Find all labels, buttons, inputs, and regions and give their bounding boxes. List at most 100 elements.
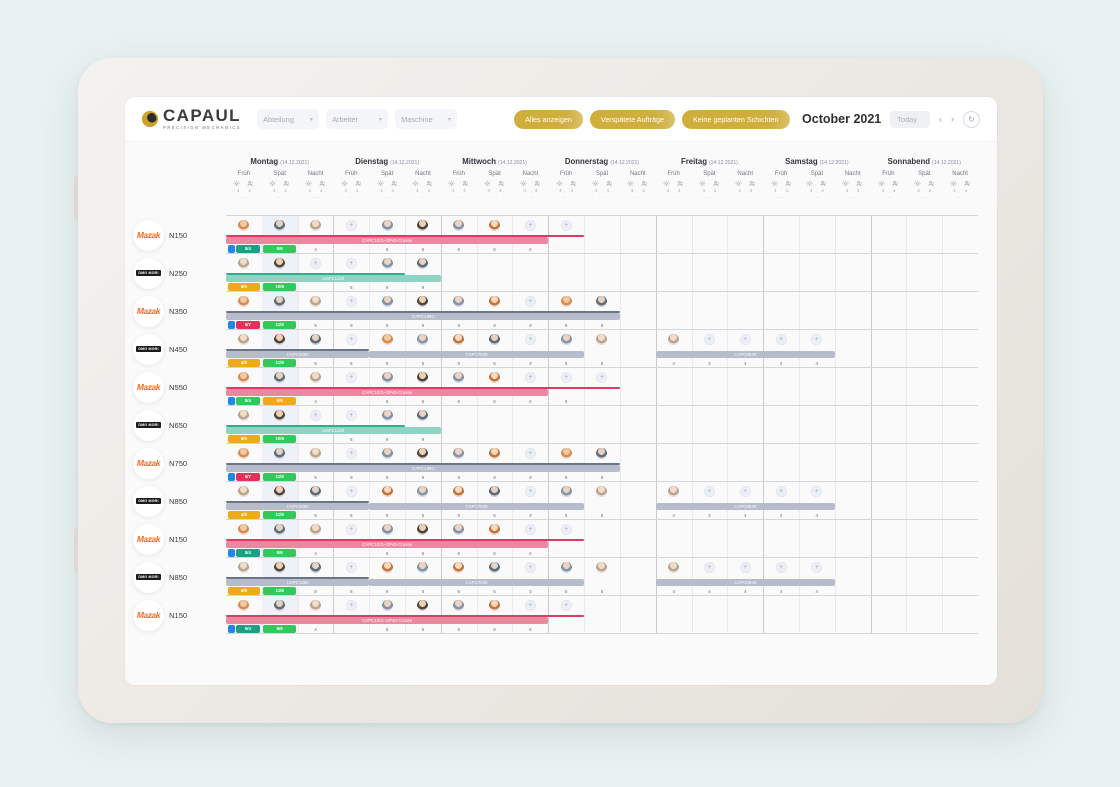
- machine-label[interactable]: Mazak N550: [125, 368, 226, 406]
- worker-assignment-cell[interactable]: [298, 520, 334, 539]
- worker-assignment-cell[interactable]: [226, 482, 262, 501]
- worker-assignment-cell[interactable]: [369, 444, 405, 463]
- worker-avatar[interactable]: [310, 486, 321, 497]
- filter-arbeiter[interactable]: Arbeiter ▾: [326, 109, 389, 129]
- add-worker-icon[interactable]: +: [345, 448, 357, 459]
- worker-assignment-cell[interactable]: [369, 482, 405, 501]
- worker-assignment-cell[interactable]: [226, 216, 262, 235]
- shift-header-nacht[interactable]: Nacht 4 4 ···: [835, 171, 871, 201]
- worker-avatar[interactable]: [489, 448, 501, 459]
- shift-overflow-icon[interactable]: ···: [333, 195, 369, 201]
- shift-overflow-icon[interactable]: ···: [548, 195, 584, 201]
- shift-header-früh[interactable]: Früh 4 4 ···: [871, 171, 907, 201]
- worker-avatar[interactable]: [238, 562, 250, 573]
- worker-assignment-cell[interactable]: [548, 558, 584, 577]
- add-worker-cell[interactable]: +: [333, 254, 369, 273]
- today-button[interactable]: Today: [890, 110, 930, 128]
- worker-assignment-cell[interactable]: [405, 254, 441, 273]
- order-bar[interactable]: CAPC7846: [369, 351, 585, 358]
- add-worker-icon[interactable]: +: [345, 524, 357, 535]
- worker-avatar[interactable]: [381, 296, 393, 307]
- shift-overflow-icon[interactable]: ···: [942, 195, 978, 201]
- worker-assignment-cell[interactable]: [584, 482, 620, 501]
- order-bar[interactable]: CAPC1021-OP40-Crosse: [226, 541, 549, 548]
- shift-overflow-icon[interactable]: ···: [441, 195, 477, 201]
- worker-avatar[interactable]: [668, 562, 680, 573]
- worker-assignment-cell[interactable]: [405, 406, 441, 425]
- worker-avatar[interactable]: [274, 562, 286, 573]
- order-bar[interactable]: CAPC1021-OP40-Crosse: [226, 617, 549, 624]
- add-worker-cell[interactable]: +: [512, 368, 548, 387]
- shift-capacity-badge[interactable]: 6/6: [263, 625, 297, 633]
- worker-avatar[interactable]: [238, 258, 250, 269]
- worker-avatar[interactable]: [453, 334, 465, 345]
- shift-capacity-badge[interactable]: 11/8: [263, 359, 297, 367]
- worker-assignment-cell[interactable]: [298, 330, 334, 349]
- worker-assignment-cell[interactable]: [477, 558, 513, 577]
- worker-assignment-cell[interactable]: [477, 330, 513, 349]
- shift-overflow-icon[interactable]: ···: [835, 195, 871, 201]
- add-worker-icon[interactable]: +: [560, 600, 572, 611]
- worker-avatar[interactable]: [238, 220, 250, 231]
- worker-assignment-cell[interactable]: [261, 520, 298, 539]
- worker-assignment-cell[interactable]: [477, 596, 513, 615]
- order-bar[interactable]: CAPC6945: [655, 579, 835, 586]
- order-bar[interactable]: CAPC7846: [369, 503, 585, 510]
- worker-avatar[interactable]: [489, 296, 501, 307]
- shift-capacity-badge[interactable]: 11/9: [263, 473, 297, 481]
- worker-avatar[interactable]: [560, 448, 572, 459]
- add-worker-icon[interactable]: +: [524, 524, 536, 535]
- machine-label[interactable]: DMG MORI N650: [125, 406, 226, 444]
- add-worker-cell[interactable]: +: [692, 558, 728, 577]
- worker-assignment-cell[interactable]: [584, 444, 620, 463]
- worker-assignment-cell[interactable]: [369, 368, 405, 387]
- add-worker-icon[interactable]: +: [775, 334, 787, 345]
- worker-avatar[interactable]: [596, 562, 608, 573]
- filter-maschine[interactable]: Maschine ▾: [395, 109, 458, 129]
- worker-assignment-cell[interactable]: [369, 558, 405, 577]
- shift-overflow-icon[interactable]: ···: [799, 195, 835, 201]
- machine-label[interactable]: Mazak N350: [125, 292, 226, 330]
- worker-avatar[interactable]: [238, 372, 250, 383]
- worker-avatar[interactable]: [453, 448, 465, 459]
- worker-avatar[interactable]: [238, 524, 250, 535]
- worker-avatar[interactable]: [453, 220, 465, 231]
- worker-avatar[interactable]: [310, 334, 321, 345]
- add-worker-icon[interactable]: +: [345, 372, 357, 383]
- worker-avatar[interactable]: [417, 334, 429, 345]
- worker-avatar[interactable]: [381, 600, 393, 611]
- worker-avatar[interactable]: [596, 448, 608, 459]
- worker-avatar[interactable]: [274, 258, 286, 269]
- shift-overflow-icon[interactable]: ···: [512, 195, 548, 201]
- worker-assignment-cell[interactable]: [226, 444, 262, 463]
- worker-avatar[interactable]: [381, 448, 393, 459]
- worker-assignment-cell[interactable]: [226, 596, 262, 615]
- worker-assignment-cell[interactable]: [369, 596, 405, 615]
- add-worker-cell[interactable]: +: [763, 558, 799, 577]
- worker-avatar[interactable]: [381, 334, 393, 345]
- worker-assignment-cell[interactable]: [548, 444, 584, 463]
- shift-overflow-icon[interactable]: ···: [906, 195, 942, 201]
- order-bar[interactable]: CAPC1360: [226, 313, 620, 320]
- worker-assignment-cell[interactable]: [441, 368, 477, 387]
- worker-assignment-cell[interactable]: [405, 330, 441, 349]
- worker-avatar[interactable]: [310, 524, 321, 535]
- add-worker-icon[interactable]: +: [703, 486, 715, 497]
- add-worker-cell[interactable]: +: [333, 330, 369, 349]
- worker-avatar[interactable]: [596, 334, 608, 345]
- worker-avatar[interactable]: [274, 220, 286, 231]
- add-worker-icon[interactable]: +: [345, 258, 357, 269]
- worker-avatar[interactable]: [560, 296, 572, 307]
- shift-overflow-icon[interactable]: ···: [369, 195, 405, 201]
- filter-pill-keine-geplanten-schichten[interactable]: Keine geplanten Schichten: [681, 109, 790, 129]
- add-worker-cell[interactable]: +: [333, 596, 369, 615]
- add-worker-icon[interactable]: +: [703, 562, 715, 573]
- machine-label[interactable]: DMG MORI N850: [125, 482, 226, 520]
- add-worker-cell[interactable]: +: [512, 558, 548, 577]
- worker-assignment-cell[interactable]: [261, 368, 298, 387]
- worker-assignment-cell[interactable]: [261, 292, 298, 311]
- shift-header-spät[interactable]: Spät 4 4 ···: [262, 171, 298, 201]
- order-bar[interactable]: CAPC1360: [226, 503, 370, 510]
- worker-avatar[interactable]: [417, 410, 429, 421]
- shift-header-spät[interactable]: Spät 4 4 ···: [692, 171, 728, 201]
